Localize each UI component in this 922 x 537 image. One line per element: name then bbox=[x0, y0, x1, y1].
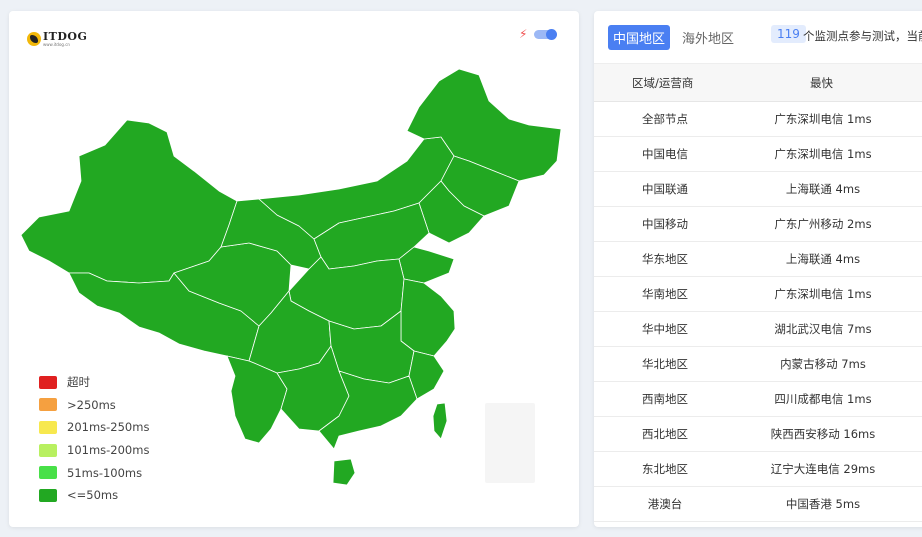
results-panel: 中国地区 海外地区 119 个监测点参与测试，当前 区域/运营商 最快 全部节点… bbox=[594, 11, 922, 527]
table-row[interactable]: 港澳台 中国香港 5ms bbox=[594, 486, 922, 522]
map-region-hainan[interactable] bbox=[332, 458, 356, 486]
summary-text: 个监测点参与测试，当前 bbox=[803, 29, 922, 43]
table-row[interactable]: 华北地区 内蒙古移动 7ms bbox=[594, 346, 922, 382]
cell-fastest: 四川成都电信 1ms bbox=[774, 392, 872, 406]
cell-region: 中国联通 bbox=[642, 182, 688, 196]
legend-item-101-200[interactable]: 101ms-200ms bbox=[39, 439, 149, 462]
table-row[interactable]: 华中地区 湖北武汉电信 7ms bbox=[594, 311, 922, 347]
cell-fastest: 内蒙古移动 7ms bbox=[780, 357, 866, 371]
legend-item-over-250[interactable]: >250ms bbox=[39, 394, 149, 417]
cell-fastest: 辽宁大连电信 29ms bbox=[770, 462, 876, 476]
map-region-west[interactable] bbox=[20, 119, 238, 284]
cell-region: 华北地区 bbox=[642, 357, 688, 371]
legend-item-201-250[interactable]: 201ms-250ms bbox=[39, 416, 149, 439]
table-row[interactable]: 西南地区 四川成都电信 1ms bbox=[594, 381, 922, 417]
legend-label: >250ms bbox=[67, 397, 116, 412]
legend-swatch bbox=[39, 466, 57, 480]
cell-fastest: 湖北武汉电信 7ms bbox=[774, 322, 872, 336]
cell-region: 华东地区 bbox=[642, 252, 688, 266]
cell-fastest: 广东深圳电信 1ms bbox=[774, 287, 872, 301]
legend-label: 51ms-100ms bbox=[67, 465, 143, 480]
cell-region: 港澳台 bbox=[647, 497, 683, 511]
legend-label: 201ms-250ms bbox=[67, 420, 150, 435]
map-region-east[interactable] bbox=[400, 278, 456, 357]
column-header-region[interactable]: 区域/运营商 bbox=[632, 75, 693, 91]
table-row[interactable]: 中国联通 上海联通 4ms bbox=[594, 171, 922, 207]
legend-item-timeout[interactable]: 超时 bbox=[39, 371, 149, 394]
latency-legend: 超时 >250ms 201ms-250ms 101ms-200ms 51ms-1… bbox=[39, 371, 149, 507]
cell-region: 西南地区 bbox=[642, 392, 688, 406]
cell-region: 东北地区 bbox=[642, 462, 688, 476]
cell-fastest: 广东深圳电信 1ms bbox=[774, 112, 872, 126]
cell-fastest: 陕西西安移动 16ms bbox=[770, 427, 876, 441]
legend-swatch bbox=[39, 398, 57, 412]
cell-fastest: 上海联通 4ms bbox=[785, 182, 861, 196]
legend-label: <=50ms bbox=[67, 488, 119, 503]
map-region-shandong[interactable] bbox=[398, 246, 455, 284]
map-region-taiwan[interactable] bbox=[432, 402, 448, 440]
table-row[interactable]: 东北地区 辽宁大连电信 29ms bbox=[594, 451, 922, 487]
tab-overseas[interactable]: 海外地区 bbox=[682, 28, 734, 47]
south-china-sea-inset bbox=[485, 403, 535, 483]
cell-region: 中国移动 bbox=[642, 217, 688, 231]
cell-fastest: 上海联通 4ms bbox=[785, 252, 861, 266]
table-row[interactable]: 中国移动 广东广州移动 2ms bbox=[594, 206, 922, 242]
legend-swatch bbox=[39, 420, 57, 434]
legend-item-51-100[interactable]: 51ms-100ms bbox=[39, 461, 149, 484]
cell-region: 华南地区 bbox=[642, 287, 688, 301]
legend-item-under-50[interactable]: <=50ms bbox=[39, 484, 149, 507]
table-row[interactable]: 华东地区 上海联通 4ms bbox=[594, 241, 922, 277]
legend-label: 超时 bbox=[67, 375, 90, 390]
table-row[interactable]: 西北地区 陕西西安移动 16ms bbox=[594, 416, 922, 452]
tab-china[interactable]: 中国地区 bbox=[608, 25, 671, 50]
map-panel: ITDOG www.itdog.cn ⚡ 超时 >250ms 201ms-250… bbox=[9, 11, 579, 527]
legend-swatch bbox=[39, 375, 57, 389]
cell-fastest: 广东深圳电信 1ms bbox=[774, 147, 872, 161]
cell-region: 西北地区 bbox=[642, 427, 688, 441]
region-tabs: 中国地区 海外地区 bbox=[608, 25, 734, 50]
table-row[interactable]: 全部节点 广东深圳电信 1ms bbox=[594, 101, 922, 137]
table-row[interactable]: 华南地区 广东深圳电信 1ms bbox=[594, 276, 922, 312]
cell-fastest: 中国香港 5ms bbox=[785, 497, 861, 511]
table-header: 区域/运营商 最快 bbox=[594, 63, 922, 102]
node-count-badge: 119 bbox=[771, 25, 806, 43]
cell-region: 全部节点 bbox=[642, 112, 688, 126]
cell-region: 华中地区 bbox=[642, 322, 688, 336]
legend-label: 101ms-200ms bbox=[67, 443, 150, 458]
cell-region: 中国电信 bbox=[642, 147, 688, 161]
column-header-fastest[interactable]: 最快 bbox=[810, 75, 833, 91]
legend-swatch bbox=[39, 488, 57, 502]
legend-swatch bbox=[39, 443, 57, 457]
table-row[interactable]: 中国电信 广东深圳电信 1ms bbox=[594, 136, 922, 172]
cell-fastest: 广东广州移动 2ms bbox=[774, 217, 872, 231]
